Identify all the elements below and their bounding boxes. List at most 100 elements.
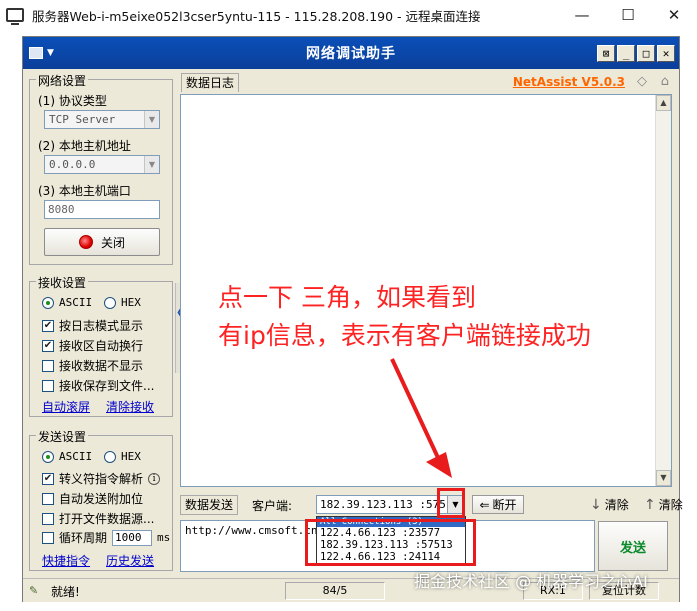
- rdp-close-button[interactable]: ✕: [651, 0, 697, 30]
- send-option-escape[interactable]: ✔ 转义符指令解析 i: [42, 470, 161, 487]
- receive-hex-radio[interactable]: HEX: [104, 296, 141, 309]
- disconnect-button[interactable]: ⇐ 断开: [472, 495, 524, 514]
- brand-link[interactable]: NetAssist V5.0.3: [513, 75, 625, 89]
- close-connection-button[interactable]: 关闭: [44, 228, 160, 256]
- receive-option-save-file[interactable]: 接收保存到文件...: [42, 377, 154, 394]
- client-label: 客户端:: [252, 499, 293, 513]
- checkbox-checked-icon: ✔: [42, 319, 54, 332]
- app-title-bar: ▼ 网络调试助手 ⊠ _ □ ✕: [23, 37, 679, 69]
- radio-on-icon: [42, 296, 54, 309]
- annotation-box-triangle: [437, 488, 465, 518]
- port-input[interactable]: 8080: [44, 200, 160, 219]
- clear-receive-link[interactable]: 清除接收: [106, 398, 154, 415]
- receive-ascii-label: ASCII: [59, 296, 93, 309]
- app-title: 网络调试助手: [306, 46, 396, 62]
- clear-all-button[interactable]: ↑ 清除: [644, 496, 683, 513]
- checkbox-empty-icon: [42, 359, 54, 372]
- scroll-down-icon[interactable]: ▼: [656, 470, 671, 486]
- send-ascii-label: ASCII: [59, 450, 93, 463]
- rdp-window-controls: — ☐ ✕: [559, 0, 697, 30]
- checkbox-empty-icon: [42, 379, 54, 392]
- checkbox-empty-icon: [42, 531, 54, 544]
- clear-all-label: 清除: [658, 498, 683, 512]
- diamond-icon[interactable]: ◇: [637, 74, 647, 89]
- network-settings-legend: 网络设置: [36, 72, 89, 89]
- red-status-dot-icon: [78, 235, 93, 249]
- chevron-down-icon: ▼: [47, 48, 54, 58]
- close-connection-label: 关闭: [100, 235, 125, 250]
- maximize-button[interactable]: □: [637, 45, 655, 62]
- rdp-maximize-button[interactable]: ☐: [605, 0, 651, 30]
- loop-unit: ms: [157, 531, 171, 544]
- receive-option-hide[interactable]: 接收数据不显示: [42, 357, 143, 374]
- receive-option-label: 接收数据不显示: [59, 359, 144, 373]
- system-menu-button[interactable]: ▼: [29, 45, 63, 61]
- network-settings-group: 网络设置 (1) 协议类型 TCP Server ▼ (2) 本地主机地址 0.…: [29, 72, 173, 265]
- protocol-label: (1) 协议类型: [38, 94, 107, 108]
- radio-on-icon: [42, 450, 54, 463]
- log-scrollbar[interactable]: ▲ ▼: [655, 95, 671, 486]
- send-settings-legend: 发送设置: [36, 428, 89, 445]
- receive-option-log-mode[interactable]: ✔ 按日志模式显示: [42, 317, 143, 334]
- send-option-file-source[interactable]: 打开文件数据源...: [42, 510, 154, 527]
- receive-ascii-radio[interactable]: ASCII: [42, 296, 92, 309]
- protocol-select[interactable]: TCP Server ▼: [44, 110, 160, 129]
- send-history-link[interactable]: 历史发送: [106, 552, 154, 569]
- send-option-append[interactable]: 自动发送附加位: [42, 490, 143, 507]
- close-button[interactable]: ✕: [657, 45, 675, 62]
- annotation-line-1: 点一下 三角，如果看到: [218, 283, 476, 312]
- send-hex-label: HEX: [121, 450, 141, 463]
- send-settings-group: 发送设置 ASCII HEX ✔ 转义符指令解析 i 自动发送附加位 打开文件数…: [29, 428, 173, 571]
- tab-data-log[interactable]: 数据日志: [181, 73, 240, 92]
- radio-off-icon: [104, 296, 116, 309]
- checkbox-empty-icon: [42, 492, 54, 505]
- rdp-title-bar: 服务器Web-i-m5eixe052l3cser5yntu-115 - 115.…: [0, 0, 697, 30]
- disconnect-label: 断开: [492, 498, 517, 512]
- send-option-label: 自动发送附加位: [59, 492, 144, 506]
- receive-settings-group: 接收设置 ASCII HEX ✔ 按日志模式显示 ✔ 接收区自动换行 接收数据不…: [29, 274, 173, 417]
- host-select[interactable]: 0.0.0.0 ▼: [44, 155, 160, 174]
- chevron-down-icon: ▼: [144, 156, 159, 173]
- host-label: (2) 本地主机地址: [38, 139, 131, 153]
- checkbox-checked-icon: ✔: [42, 472, 54, 485]
- host-value: 0.0.0.0: [49, 158, 96, 171]
- send-button[interactable]: 发送: [598, 521, 668, 571]
- scroll-up-icon[interactable]: ▲: [656, 95, 671, 111]
- log-header: 数据日志 NetAssist V5.0.3 ◇ ⌂: [181, 73, 673, 93]
- send-text-content: http://www.cmsoft.cn: [185, 524, 318, 537]
- minimize-button[interactable]: _: [617, 45, 635, 62]
- info-icon[interactable]: i: [148, 472, 161, 485]
- receive-option-label: 接收保存到文件...: [59, 379, 155, 393]
- receive-option-label: 接收区自动换行: [59, 339, 144, 353]
- send-option-loop[interactable]: 循环周期 1000 ms: [42, 529, 170, 546]
- receive-option-wrap[interactable]: ✔ 接收区自动换行: [42, 337, 143, 354]
- shortcut-commands-link[interactable]: 快捷指令: [42, 552, 90, 569]
- ready-status-icon: ✎: [29, 584, 39, 597]
- send-option-label: 打开文件数据源...: [59, 512, 155, 526]
- watermark: 掘金技术社区 @ 机器学习之心AI: [414, 572, 648, 591]
- pin-button[interactable]: ⊠: [597, 45, 615, 62]
- send-hex-radio[interactable]: HEX: [104, 450, 141, 463]
- send-ascii-radio[interactable]: ASCII: [42, 450, 92, 463]
- home-icon[interactable]: ⌂: [661, 74, 669, 89]
- chevron-down-icon: ▼: [144, 111, 159, 128]
- rdp-minimize-button[interactable]: —: [559, 0, 605, 30]
- arrow-left-icon: ⇐: [479, 497, 490, 512]
- loop-label: 循环周期: [59, 531, 108, 545]
- status-text: 就绪!: [51, 585, 80, 599]
- status-counter: 84/5: [285, 582, 385, 600]
- send-option-label: 转义符指令解析: [59, 472, 144, 486]
- receive-hex-label: HEX: [121, 296, 141, 309]
- broom-up-arrow-icon: ↑: [644, 496, 656, 513]
- clear-send-label: 清除: [604, 498, 629, 512]
- app-window-buttons: ⊠ _ □ ✕: [597, 45, 675, 62]
- loop-period-input[interactable]: 1000: [112, 529, 153, 546]
- send-toolbar: 数据发送 客户端: 182.39.123.113 :57513 ▼ ⇐ 断开 ↓…: [180, 493, 683, 515]
- app-icon: [29, 47, 43, 59]
- radio-off-icon: [104, 450, 116, 463]
- tab-data-send[interactable]: 数据发送: [180, 495, 239, 515]
- receive-settings-legend: 接收设置: [36, 274, 89, 291]
- auto-scroll-link[interactable]: 自动滚屏: [42, 398, 90, 415]
- clear-send-button[interactable]: ↓ 清除: [590, 496, 629, 513]
- protocol-value: TCP Server: [49, 113, 116, 126]
